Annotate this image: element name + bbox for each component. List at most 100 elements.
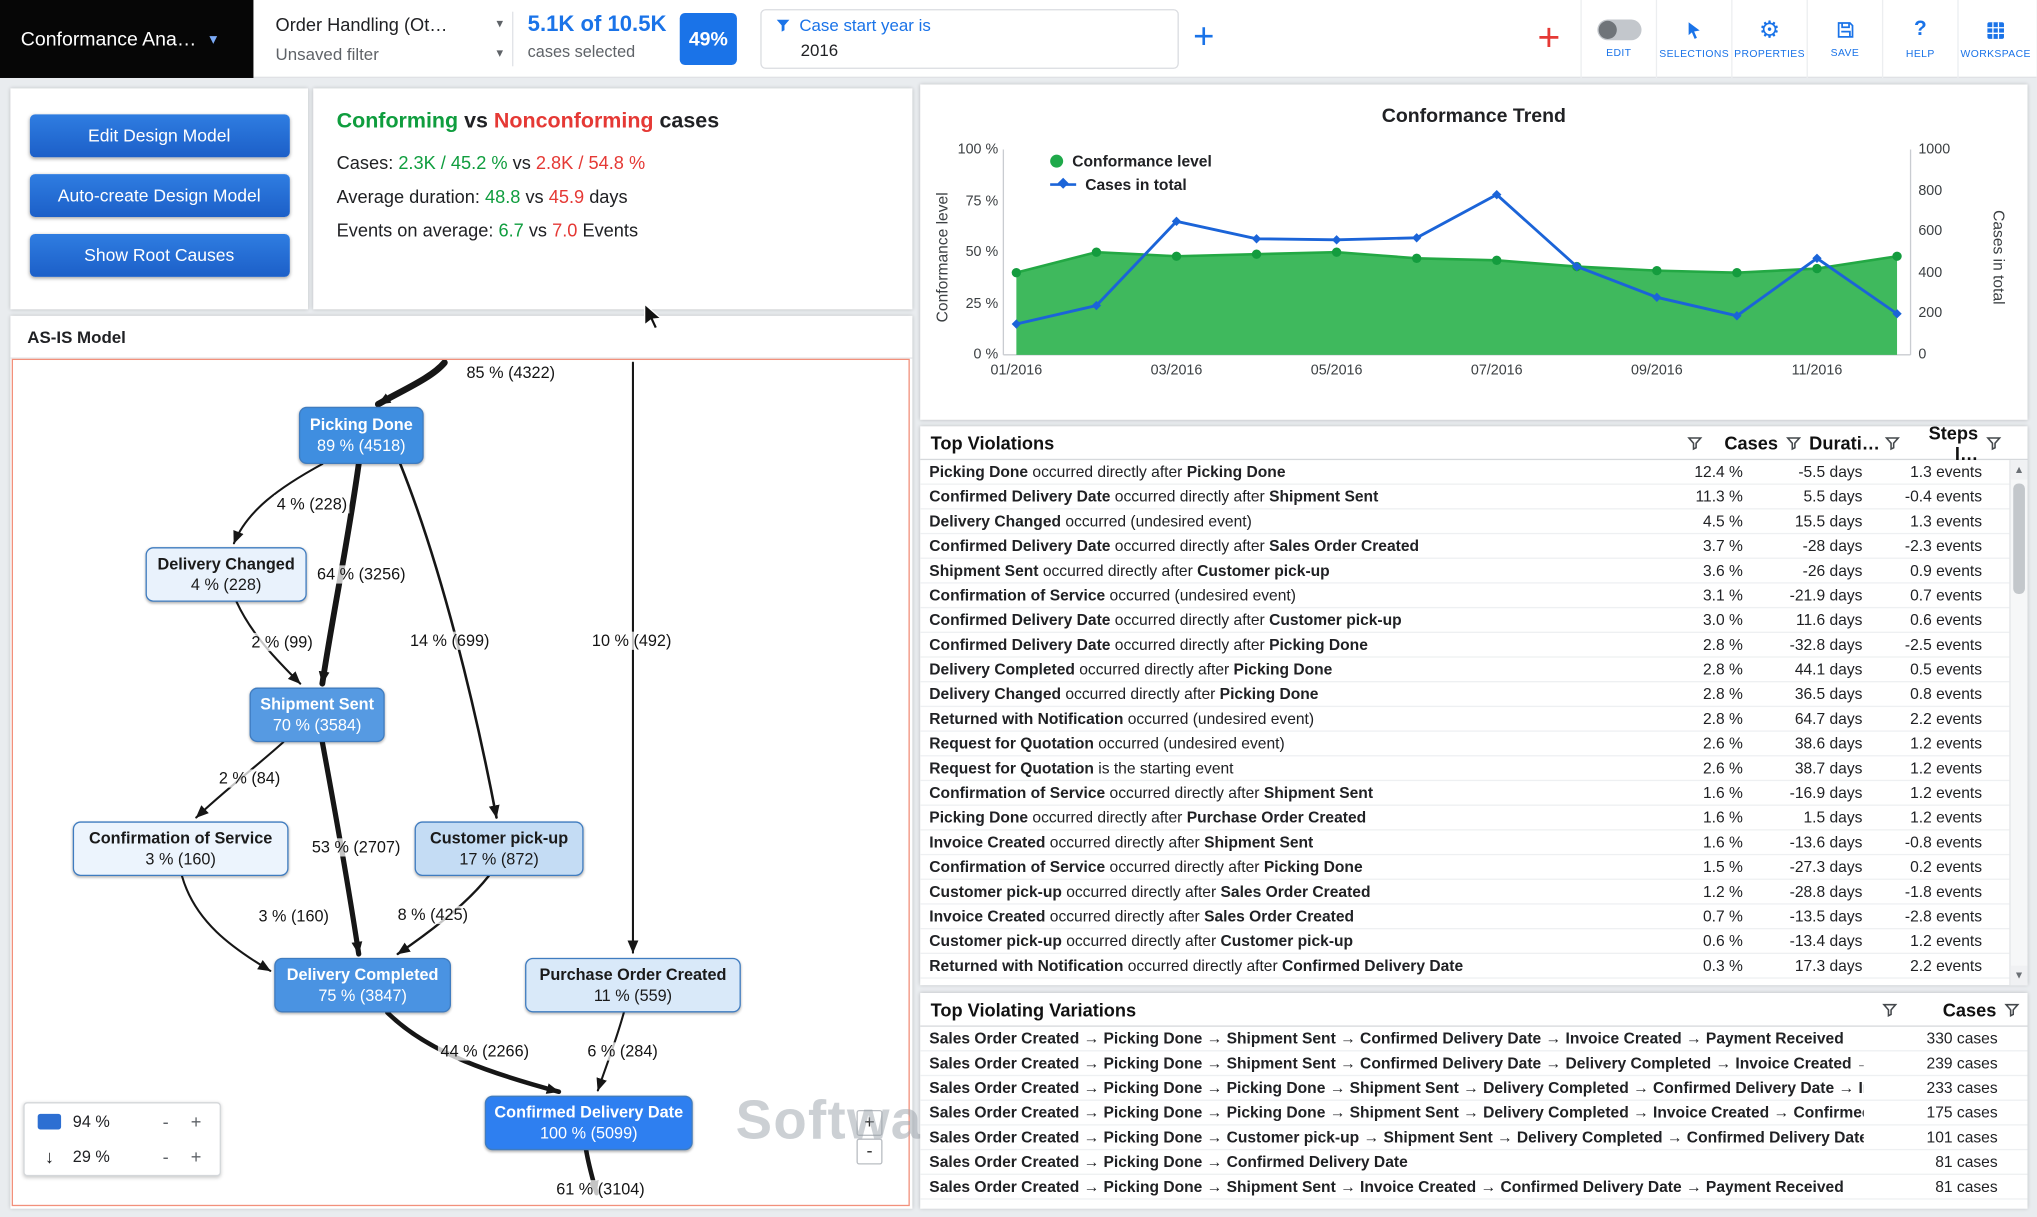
node-picking-done[interactable]: Picking Done89 % (4518)	[299, 407, 424, 464]
table-row[interactable]: Shipment Sent occurred directly after Cu…	[920, 559, 2027, 584]
add-widget-button[interactable]: +	[1538, 17, 1561, 61]
edit-toggle[interactable]	[1597, 19, 1641, 40]
workspace-button[interactable]: WORKSPACE	[1957, 0, 2032, 78]
table-row[interactable]: Sales Order Created → Picking Done → Cus…	[920, 1126, 2027, 1151]
scroll-down-button[interactable]: ▼	[2011, 966, 2028, 985]
table-row[interactable]: Sales Order Created → Picking Done → Shi…	[920, 1027, 2027, 1052]
process-diagram[interactable]: Picking Done89 % (4518) Delivery Changed…	[12, 359, 910, 1206]
help-button[interactable]: ? HELP	[1882, 0, 1957, 78]
node-delivery-changed[interactable]: Delivery Changed4 % (228)	[146, 547, 307, 602]
node-slider-row: 94 % - +	[38, 1111, 207, 1132]
table-row[interactable]: Picking Done occurred directly after Pur…	[920, 806, 2027, 831]
table-row[interactable]: Confirmed Delivery Date occurred directl…	[920, 485, 2027, 510]
process-dropdown[interactable]: Order Handling (Ot… ▾	[276, 9, 503, 39]
show-root-causes-button[interactable]: Show Root Causes	[29, 234, 289, 277]
selections-button[interactable]: SELECTIONS	[1656, 0, 1731, 78]
violation-duration: -13.5 days	[1755, 905, 1875, 928]
violation-duration: 36.5 days	[1755, 682, 1875, 705]
filter-dropdown[interactable]: Unsaved filter ▾	[276, 39, 503, 69]
scroll-up-button[interactable]: ▲	[2011, 460, 2028, 479]
auto-create-design-model-button[interactable]: Auto-create Design Model	[29, 174, 289, 217]
table-row[interactable]: Returned with Notification occurred (und…	[920, 707, 2027, 732]
violation-text: Picking Done occurred directly after Pic…	[920, 460, 1630, 483]
node-purchase-order-created[interactable]: Purchase Order Created11 % (559)	[525, 958, 741, 1013]
violation-cases: 1.6 %	[1630, 831, 1755, 854]
properties-button[interactable]: ⚙ PROPERTIES	[1731, 0, 1806, 78]
table-row[interactable]: Delivery Changed occurred directly after…	[920, 682, 2027, 707]
table-row[interactable]: Customer pick-up occurred directly after…	[920, 880, 2027, 905]
violation-steps: -0.4 events	[1874, 485, 1994, 508]
app-switcher[interactable]: Conformance Ana… ▾	[0, 0, 253, 78]
filter-icon[interactable]	[2004, 1001, 2020, 1017]
table-row[interactable]: Returned with Notification occurred dire…	[920, 954, 2027, 979]
variation-text: Sales Order Created → Picking Done → Shi…	[920, 1027, 1864, 1050]
filter-icon[interactable]	[1786, 435, 1802, 451]
node-plus-button[interactable]: +	[186, 1111, 207, 1132]
node-shipment-sent[interactable]: Shipment Sent70 % (3584)	[250, 688, 385, 743]
violation-steps: 0.7 events	[1874, 584, 1994, 607]
filter-icon[interactable]	[1885, 435, 1901, 451]
violation-duration: 17.3 days	[1755, 954, 1875, 977]
table-row[interactable]: Confirmed Delivery Date occurred directl…	[920, 633, 2027, 658]
table-row[interactable]: Confirmed Delivery Date occurred directl…	[920, 608, 2027, 633]
filter-icon[interactable]	[1986, 435, 2002, 451]
column-steps[interactable]: Steps I…	[1908, 422, 1978, 464]
violation-steps: 0.8 events	[1874, 682, 1994, 705]
node-minus-button[interactable]: -	[157, 1111, 173, 1132]
filter-state: Unsaved filter	[276, 44, 379, 63]
table-row[interactable]: Picking Done occurred directly after Pic…	[920, 460, 2027, 485]
save-button[interactable]: SAVE	[1807, 0, 1882, 78]
edge-label: 61 % (3104)	[554, 1180, 648, 1198]
variations-title: Top Violating Variations	[920, 999, 1136, 1020]
violation-steps: -1.8 events	[1874, 880, 1994, 903]
edge-plus-button[interactable]: +	[186, 1146, 207, 1167]
column-cases[interactable]: Cases	[1710, 432, 1778, 453]
table-row[interactable]: Delivery Changed occurred (undesired eve…	[920, 509, 2027, 534]
table-row[interactable]: Delivery Completed occurred directly aft…	[920, 658, 2027, 683]
table-row[interactable]: Sales Order Created → Picking Done → Pic…	[920, 1101, 2027, 1126]
table-row[interactable]: Confirmation of Service occurred directl…	[920, 781, 2027, 806]
filter-icon[interactable]	[1687, 435, 1703, 451]
conformance-trend-chart	[920, 84, 2027, 419]
top-violations-table: Picking Done occurred directly after Pic…	[920, 460, 2027, 979]
table-row[interactable]: Sales Order Created → Picking Done → Con…	[920, 1150, 2027, 1175]
filter-chip[interactable]: Case start year is 2016	[775, 16, 931, 60]
edit-design-model-button[interactable]: Edit Design Model	[29, 114, 289, 157]
violation-duration: -16.9 days	[1755, 781, 1875, 804]
table-row[interactable]: Request for Quotation occurred (undesire…	[920, 732, 2027, 757]
table-row[interactable]: Invoice Created occurred directly after …	[920, 831, 2027, 856]
edit-toggle-item[interactable]: EDIT	[1580, 0, 1655, 78]
table-row[interactable]: Invoice Created occurred directly after …	[920, 905, 2027, 930]
node-delivery-completed[interactable]: Delivery Completed75 % (3847)	[274, 958, 451, 1013]
table-row[interactable]: Confirmation of Service occurred directl…	[920, 855, 2027, 880]
table-row[interactable]: Customer pick-up occurred directly after…	[920, 929, 2027, 954]
violation-cases: 2.8 %	[1630, 633, 1755, 656]
top-bar: Conformance Ana… ▾ Order Handling (Ot… ▾…	[0, 0, 2037, 78]
cases-selected: 5.1K of 10.5K cases selected	[528, 12, 667, 61]
scroll-thumb[interactable]	[2013, 483, 2025, 593]
chevron-down-icon: ▾	[209, 30, 217, 48]
table-row[interactable]: Sales Order Created → Picking Done → Shi…	[920, 1051, 2027, 1076]
violation-steps: -0.8 events	[1874, 831, 1994, 854]
scrollbar[interactable]: ▲ ▼	[2009, 460, 2027, 985]
violation-duration: -28.8 days	[1755, 880, 1875, 903]
filter-chip-value: 2016	[801, 40, 931, 59]
filter-icon[interactable]	[1882, 1001, 1898, 1017]
table-row[interactable]: Sales Order Created → Picking Done → Pic…	[920, 1076, 2027, 1101]
node-confirmed-delivery-date[interactable]: Confirmed Delivery Date100 % (5099)	[485, 1096, 693, 1151]
table-row[interactable]: Confirmed Delivery Date occurred directl…	[920, 534, 2027, 559]
violation-duration: -13.6 days	[1755, 831, 1875, 854]
violation-duration: 64.7 days	[1755, 707, 1875, 730]
table-row[interactable]: Sales Order Created → Picking Done → Shi…	[920, 1175, 2027, 1200]
chevron-down-icon: ▾	[496, 17, 503, 31]
table-row[interactable]: Request for Quotation is the starting ev…	[920, 756, 2027, 781]
table-row[interactable]: Confirmation of Service occurred (undesi…	[920, 584, 2027, 609]
edge-label: 53 % (2707)	[309, 838, 403, 856]
add-filter-button[interactable]: +	[1193, 16, 1214, 58]
node-confirmation-of-service[interactable]: Confirmation of Service3 % (160)	[73, 821, 289, 876]
node-customer-pick-up[interactable]: Customer pick-up17 % (872)	[415, 821, 584, 876]
violation-duration: -32.8 days	[1755, 633, 1875, 656]
column-variation-cases[interactable]: Cases	[1905, 999, 1996, 1020]
edge-minus-button[interactable]: -	[157, 1146, 173, 1167]
column-duration[interactable]: Durati…	[1809, 432, 1877, 453]
